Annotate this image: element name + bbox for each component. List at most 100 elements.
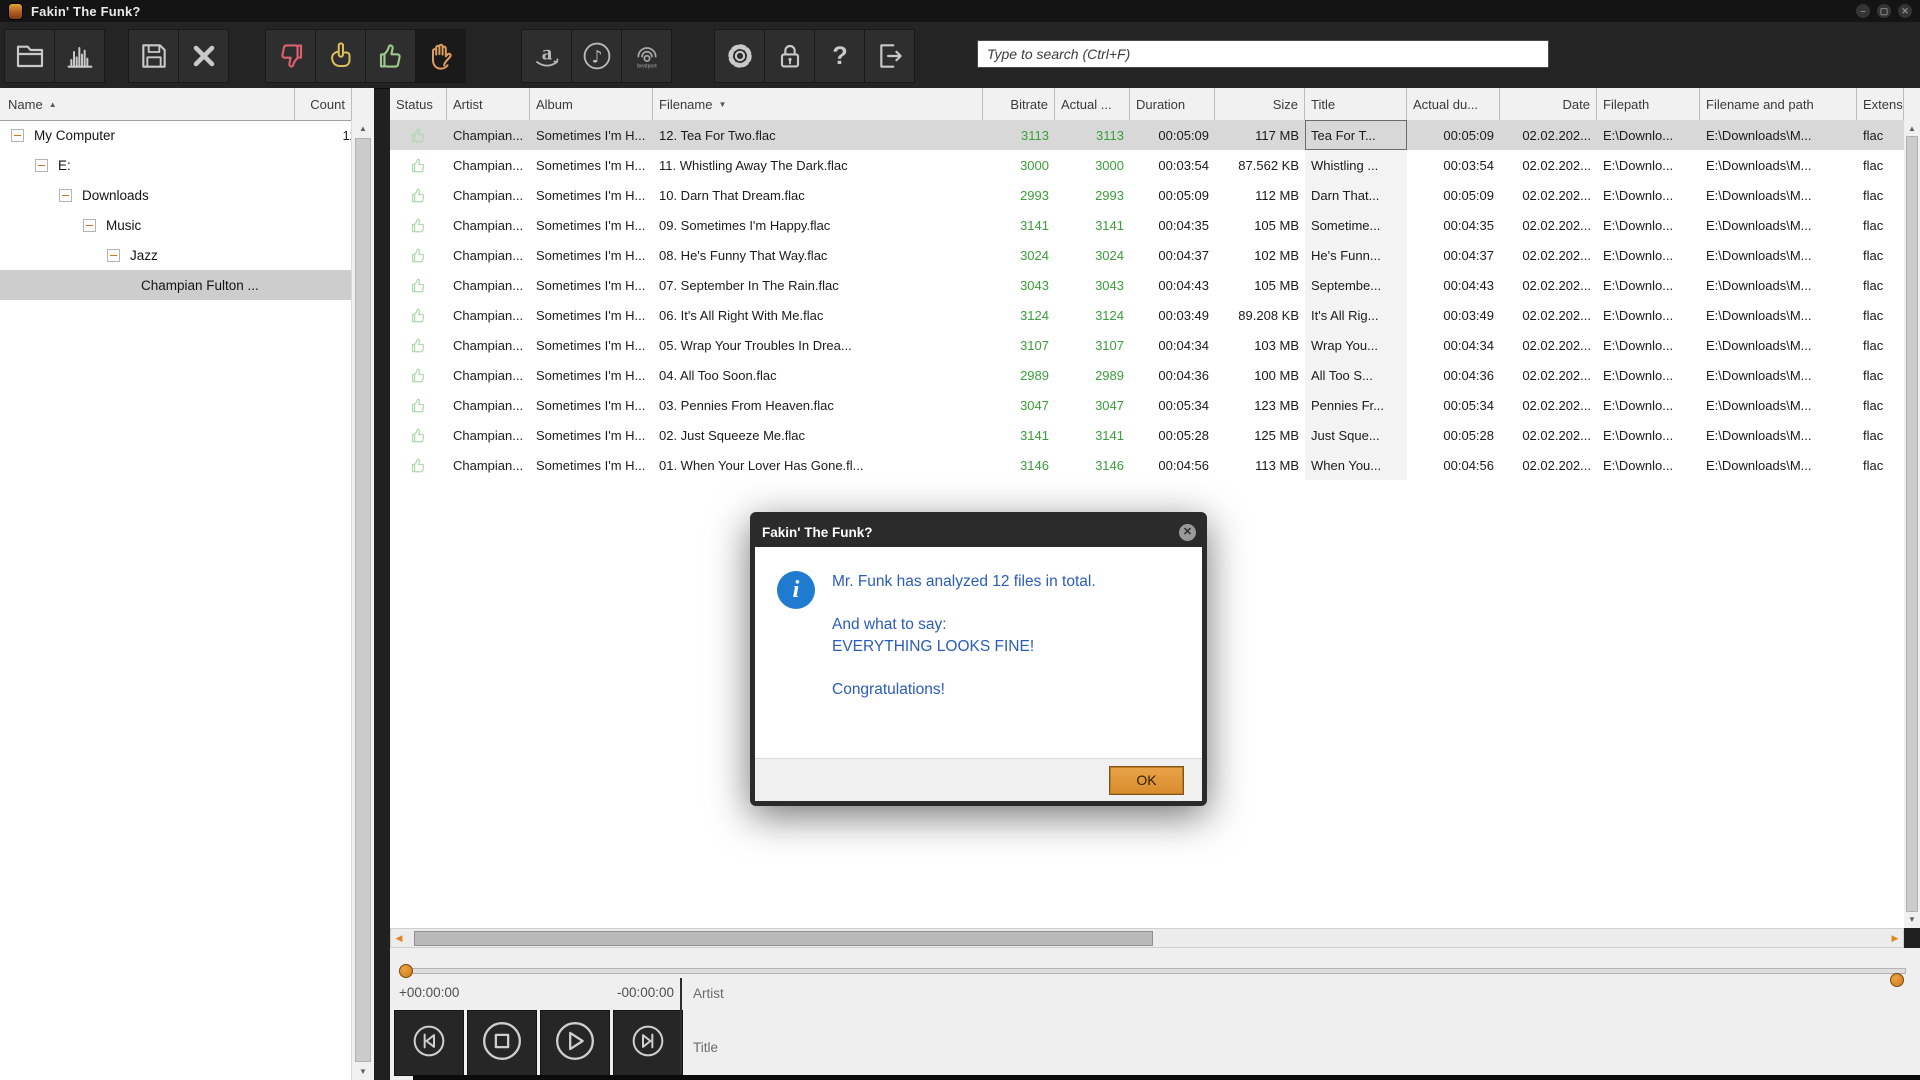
table-row[interactable]: Champian... Sometimes I'm H... 11. Whistli…: [390, 150, 1904, 180]
collapse-icon[interactable]: [59, 188, 72, 202]
tree-item-e[interactable]: E: 12: [0, 150, 352, 180]
ok-button[interactable]: OK: [1109, 765, 1184, 795]
dialog-line: Congratulations!: [832, 681, 945, 698]
save-button[interactable]: [128, 29, 179, 83]
cell-duration: 00:04:43: [1158, 277, 1209, 293]
tree-header-name[interactable]: Name ▲: [0, 88, 295, 120]
amazon-button[interactable]: a: [521, 29, 572, 83]
table-row[interactable]: Champian... Sometimes I'm H... 05. Wrap Yo…: [390, 330, 1904, 360]
collapse-icon[interactable]: [11, 128, 24, 142]
close-icon[interactable]: ✕: [1898, 4, 1912, 18]
table-row[interactable]: Champian... Sometimes I'm H... 08. He's Fu…: [390, 240, 1904, 270]
analyze-chart-button[interactable]: [55, 29, 105, 83]
table-row[interactable]: Champian... Sometimes I'm H... 07. Septemb…: [390, 270, 1904, 300]
scroll-up-icon[interactable]: ▲: [1904, 124, 1920, 133]
player-panel: +00:00:00 -00:00:00 Artist Title: [390, 948, 1920, 1080]
column-header-size[interactable]: Size: [1215, 88, 1305, 120]
pointing-finger-button[interactable]: [316, 29, 366, 83]
scroll-right-icon[interactable]: ▶: [1887, 929, 1903, 947]
cell-bitrate: 3141: [1020, 427, 1049, 443]
cell-album: Sometimes I'm H...: [536, 427, 646, 443]
table-header-corner: [1904, 88, 1920, 121]
remaining-time: -00:00:00: [616, 985, 674, 1000]
save-icon: [138, 40, 170, 72]
column-header-actual_duration[interactable]: Actual du...: [1407, 88, 1500, 120]
column-header-title[interactable]: Title: [1305, 88, 1407, 120]
cell-artist: Champian...: [453, 397, 524, 413]
table-row[interactable]: Champian... Sometimes I'm H... 01. When Yo…: [390, 450, 1904, 480]
minimize-icon[interactable]: –: [1856, 4, 1870, 18]
table-row[interactable]: Champian... Sometimes I'm H... 02. Just Sq…: [390, 420, 1904, 450]
collapse-icon[interactable]: [83, 218, 96, 232]
seek-handle-end[interactable]: [1890, 973, 1904, 987]
skip-back-button[interactable]: [394, 1010, 464, 1076]
tree-scrollbar[interactable]: ▲ ▼: [351, 120, 374, 1080]
tree-header: Name ▲ Count: [0, 88, 374, 121]
cell-status: [390, 240, 447, 270]
column-header-filename_path[interactable]: Filename and path: [1700, 88, 1857, 120]
table-row[interactable]: Champian... Sometimes I'm H... 10. Darn Th…: [390, 180, 1904, 210]
column-label: Artist: [453, 96, 483, 112]
table-row[interactable]: Champian... Sometimes I'm H... 03. Pennies…: [390, 390, 1904, 420]
settings-gear-button[interactable]: [714, 29, 765, 83]
column-header-actual_bitrate[interactable]: Actual ...: [1055, 88, 1130, 120]
thumbs-down-button[interactable]: [265, 29, 316, 83]
seek-track[interactable]: [400, 968, 1906, 974]
cell-status: [390, 210, 447, 240]
cell-date: 02.02.202...: [1522, 277, 1591, 293]
skip-forward-button[interactable]: [613, 1010, 683, 1076]
tree-item-jazz[interactable]: Jazz12: [0, 240, 352, 270]
cell-bitrate: 3043: [1020, 277, 1049, 293]
help-button[interactable]: ?: [815, 29, 865, 83]
table-row[interactable]: Champian... Sometimes I'm H... 04. All Too…: [390, 360, 1904, 390]
beatport-button[interactable]: beatport: [622, 29, 672, 83]
cell-status: [390, 300, 447, 330]
cell-size: 105 MB: [1254, 277, 1299, 293]
table-row[interactable]: Champian... Sometimes I'm H... 12. Tea For…: [390, 120, 1904, 150]
table-row[interactable]: Champian... Sometimes I'm H... 06. It's Al…: [390, 300, 1904, 330]
toolbar-group: a ♪ beatport: [521, 29, 672, 83]
table-vertical-scrollbar[interactable]: ▲ ▼: [1904, 120, 1920, 928]
cell-extension: flac: [1863, 337, 1884, 353]
tree-item-my-computer[interactable]: My Computer 12: [0, 120, 352, 150]
lock-button[interactable]: [765, 29, 815, 83]
collapse-icon[interactable]: [107, 248, 120, 262]
column-header-filename[interactable]: Filename ▼: [653, 88, 983, 120]
column-header-bitrate[interactable]: Bitrate: [983, 88, 1055, 120]
tree-header-count[interactable]: Count: [295, 88, 352, 120]
column-header-filepath[interactable]: Filepath: [1597, 88, 1700, 120]
stop-hand-button[interactable]: [416, 29, 466, 83]
scroll-down-icon[interactable]: ▼: [1904, 915, 1920, 924]
itunes-button[interactable]: ♪: [572, 29, 622, 83]
thumbs-down-icon: [275, 40, 307, 72]
help-icon: ?: [824, 40, 856, 72]
column-header-album[interactable]: Album: [530, 88, 653, 120]
stop-button[interactable]: [467, 1010, 537, 1076]
seek-handle-start[interactable]: [399, 964, 413, 978]
scroll-left-icon[interactable]: ◀: [391, 929, 407, 947]
tree-item-music[interactable]: Music12: [0, 210, 352, 240]
table-row[interactable]: Champian... Sometimes I'm H... 09. Sometim…: [390, 210, 1904, 240]
column-header-status[interactable]: Status: [390, 88, 447, 120]
column-header-duration[interactable]: Duration: [1130, 88, 1215, 120]
open-folder-button[interactable]: [4, 29, 55, 83]
search-input[interactable]: [977, 40, 1549, 68]
scroll-down-icon[interactable]: ▼: [352, 1067, 374, 1076]
remove-button[interactable]: [179, 29, 229, 83]
table-hscroll-thumb[interactable]: [414, 931, 1153, 946]
thumbs-up-button[interactable]: [366, 29, 416, 83]
exit-button[interactable]: [865, 29, 915, 83]
scroll-up-icon[interactable]: ▲: [352, 124, 374, 133]
column-header-extension[interactable]: Extension: [1857, 88, 1904, 120]
tree-item-downloads[interactable]: Downloads12: [0, 180, 352, 210]
maximize-icon[interactable]: ▢: [1877, 4, 1891, 18]
column-header-date[interactable]: Date: [1500, 88, 1597, 120]
dialog-close-icon[interactable]: ✕: [1179, 523, 1196, 541]
play-button[interactable]: [540, 1010, 610, 1076]
collapse-icon[interactable]: [35, 158, 48, 172]
tree-scrollbar-thumb[interactable]: [355, 138, 371, 1062]
tree-item-champian-fulton[interactable]: Champian Fulton ...12: [0, 270, 352, 300]
table-vscroll-thumb[interactable]: [1906, 136, 1918, 912]
column-header-artist[interactable]: Artist: [447, 88, 530, 120]
table-horizontal-scrollbar[interactable]: ◀ ▶: [390, 928, 1904, 948]
